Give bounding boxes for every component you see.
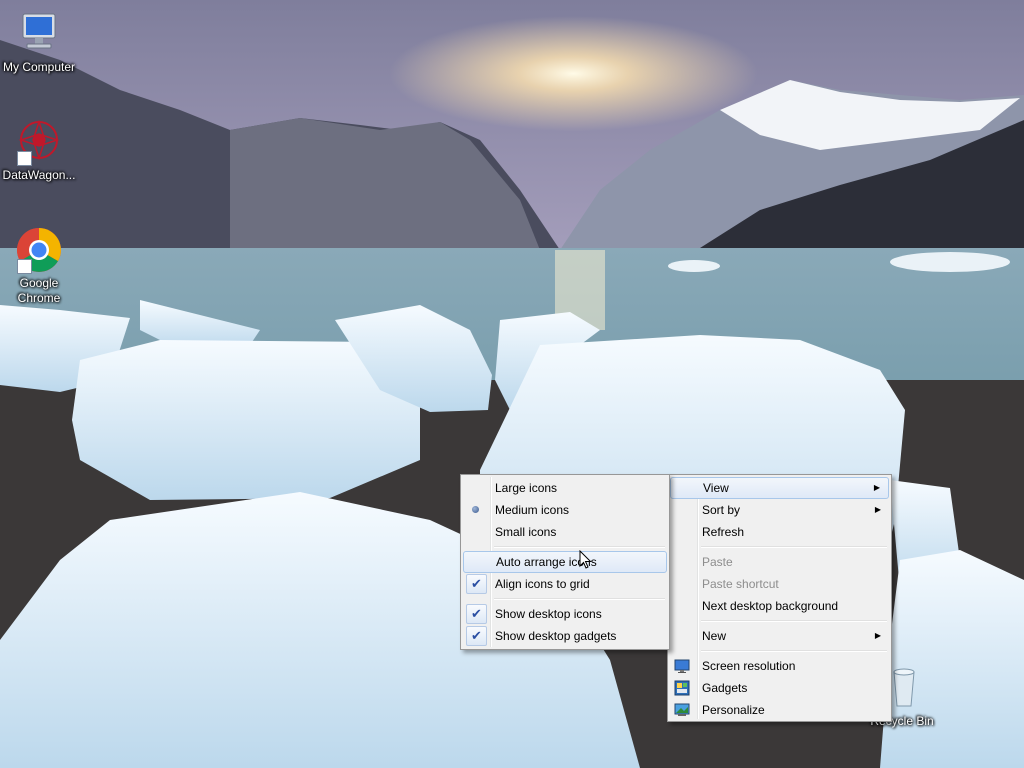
screen-resolution-icon xyxy=(674,659,690,673)
menu-item-label: Align icons to grid xyxy=(495,577,590,591)
menu-item-label: Next desktop background xyxy=(702,599,839,613)
menu-item-label: Gadgets xyxy=(702,681,748,695)
menu-item-paste: Paste xyxy=(670,551,889,573)
submenu-arrow-icon: ▶ xyxy=(874,631,881,640)
menu-separator xyxy=(701,650,887,652)
submenu-arrow-icon: ▶ xyxy=(874,505,881,514)
menu-item-label: Refresh xyxy=(702,525,745,539)
view-submenu: Large icons Medium icons Small icons Aut… xyxy=(460,474,670,650)
menu-item-paste-shortcut: Paste shortcut xyxy=(670,573,889,595)
menu-separator xyxy=(701,546,887,548)
menu-separator xyxy=(494,546,665,548)
checkmark-icon: ✔ xyxy=(466,604,487,624)
menu-item-gadgets[interactable]: Gadgets xyxy=(670,677,889,699)
menu-item-label: View xyxy=(703,481,729,495)
menu-item-new[interactable]: New ▶ xyxy=(670,625,889,647)
personalize-icon xyxy=(674,703,690,716)
desktop-icon-datawagon[interactable]: DataWagon... xyxy=(1,118,77,183)
menu-item-sort-by[interactable]: Sort by ▶ xyxy=(670,499,889,521)
menu-item-label: Personalize xyxy=(702,703,765,717)
desktop-context-menu: View ▶ Sort by ▶ Refresh Paste Paste sho… xyxy=(667,474,892,722)
menu-item-label: Sort by xyxy=(702,503,741,517)
menu-item-label: Paste xyxy=(702,555,733,569)
menu-item-label: Show desktop gadgets xyxy=(495,629,617,643)
chrome-icon xyxy=(15,226,63,274)
checkmark-icon: ✔ xyxy=(466,574,487,594)
menu-item-refresh[interactable]: Refresh xyxy=(670,521,889,543)
desktop-icon-label: DataWagon... xyxy=(2,168,76,182)
menu-item-label: New xyxy=(702,629,727,643)
gadgets-icon xyxy=(674,680,690,696)
menu-item-show-desktop-icons[interactable]: ✔ Show desktop icons xyxy=(463,603,667,625)
submenu-arrow-icon: ▶ xyxy=(873,483,880,492)
desktop-icon-label: My Computer xyxy=(2,60,76,74)
mouse-cursor-icon xyxy=(579,550,592,569)
menu-item-auto-arrange-icons[interactable]: Auto arrange icons xyxy=(463,551,667,573)
menu-item-label: Show desktop icons xyxy=(495,607,602,621)
menu-item-screen-resolution[interactable]: Screen resolution xyxy=(670,655,889,677)
menu-item-show-desktop-gadgets[interactable]: ✔ Show desktop gadgets xyxy=(463,625,667,647)
menu-item-view[interactable]: View ▶ xyxy=(670,477,889,499)
menu-item-label: Large icons xyxy=(495,481,558,495)
menu-item-align-icons-to-grid[interactable]: ✔ Align icons to grid xyxy=(463,573,667,595)
menu-item-personalize[interactable]: Personalize xyxy=(670,699,889,721)
menu-separator xyxy=(494,598,665,600)
menu-item-label: Small icons xyxy=(495,525,557,539)
menu-item-medium-icons[interactable]: Medium icons xyxy=(463,499,667,521)
desktop-icon-google-chrome[interactable]: Google Chrome xyxy=(1,226,77,306)
menu-separator xyxy=(701,620,887,622)
shortcut-arrow-icon xyxy=(17,259,32,274)
menu-item-label: Screen resolution xyxy=(702,659,796,673)
menu-item-label: Paste shortcut xyxy=(702,577,779,591)
menu-item-next-desktop-background[interactable]: Next desktop background xyxy=(670,595,889,617)
desktop-icon-label: Google Chrome xyxy=(17,276,61,305)
shortcut-arrow-icon xyxy=(17,151,32,166)
menu-item-label: Medium icons xyxy=(495,503,570,517)
datawagon-icon xyxy=(15,118,63,166)
menu-item-large-icons[interactable]: Large icons xyxy=(463,477,667,499)
desktop-icon-my-computer[interactable]: My Computer xyxy=(1,10,77,75)
menu-item-small-icons[interactable]: Small icons xyxy=(463,521,667,543)
radio-selected-icon xyxy=(463,499,489,521)
computer-icon xyxy=(15,10,63,58)
checkmark-icon: ✔ xyxy=(466,626,487,646)
